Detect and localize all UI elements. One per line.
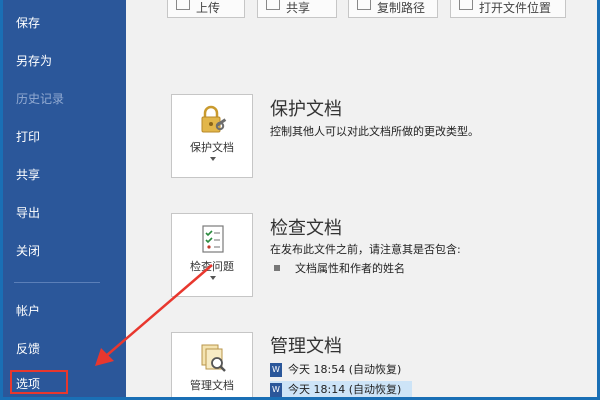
nav-history[interactable]: 历史记录 bbox=[16, 91, 64, 107]
inspect-description: 在发布此文件之前，请注意其是否包含: bbox=[270, 243, 461, 256]
protect-document-button[interactable]: 保护文档 bbox=[171, 94, 253, 178]
nav-save[interactable]: 保存 bbox=[16, 15, 40, 31]
nav-save-as[interactable]: 另存为 bbox=[16, 53, 52, 69]
nav-feedback[interactable]: 反馈 bbox=[16, 341, 40, 357]
protect-description: 控制其他人可以对此文档所做的更改类型。 bbox=[270, 125, 479, 138]
word-doc-icon: W bbox=[270, 383, 282, 397]
document-search-icon bbox=[201, 344, 226, 372]
backstage-sidebar: 保存 另存为 历史记录 打印 共享 导出 关闭 帐户 反馈 选项 bbox=[0, 0, 126, 400]
version-item[interactable]: W 今天 18:14 (自动恢复) bbox=[270, 381, 412, 397]
upload-icon bbox=[176, 0, 190, 10]
bullet-marker bbox=[274, 265, 280, 271]
chevron-down-icon bbox=[210, 157, 216, 161]
nav-close[interactable]: 关闭 bbox=[16, 243, 40, 259]
upload-button[interactable]: 上传 bbox=[167, 0, 245, 18]
share-button[interactable]: 共享 bbox=[257, 0, 337, 18]
protect-title: 保护文档 bbox=[270, 99, 342, 120]
chevron-down-icon bbox=[210, 276, 216, 280]
options-highlight-box bbox=[10, 370, 68, 394]
inspect-title: 检查文档 bbox=[270, 218, 342, 239]
copy-path-button[interactable]: 复制路径 bbox=[348, 0, 438, 18]
manage-title: 管理文档 bbox=[270, 336, 342, 357]
check-for-issues-button[interactable]: 检查问题 bbox=[171, 213, 253, 297]
nav-account[interactable]: 帐户 bbox=[16, 303, 40, 319]
nav-export[interactable]: 导出 bbox=[16, 205, 40, 221]
lock-key-icon bbox=[201, 105, 227, 133]
nav-share[interactable]: 共享 bbox=[16, 167, 40, 183]
nav-print[interactable]: 打印 bbox=[16, 129, 40, 145]
word-doc-icon: W bbox=[270, 363, 282, 377]
share-icon bbox=[266, 0, 280, 10]
nav-divider bbox=[14, 282, 100, 283]
open-file-location-button[interactable]: 打开文件位置 bbox=[450, 0, 566, 18]
inspect-bullet-item: 文档属性和作者的姓名 bbox=[295, 262, 405, 275]
manage-document-button[interactable]: 管理文档 bbox=[171, 332, 253, 400]
folder-icon bbox=[459, 0, 473, 10]
copy-path-icon bbox=[357, 0, 371, 10]
version-item[interactable]: W 今天 18:54 (自动恢复) bbox=[270, 361, 401, 377]
checklist-icon bbox=[202, 225, 224, 253]
